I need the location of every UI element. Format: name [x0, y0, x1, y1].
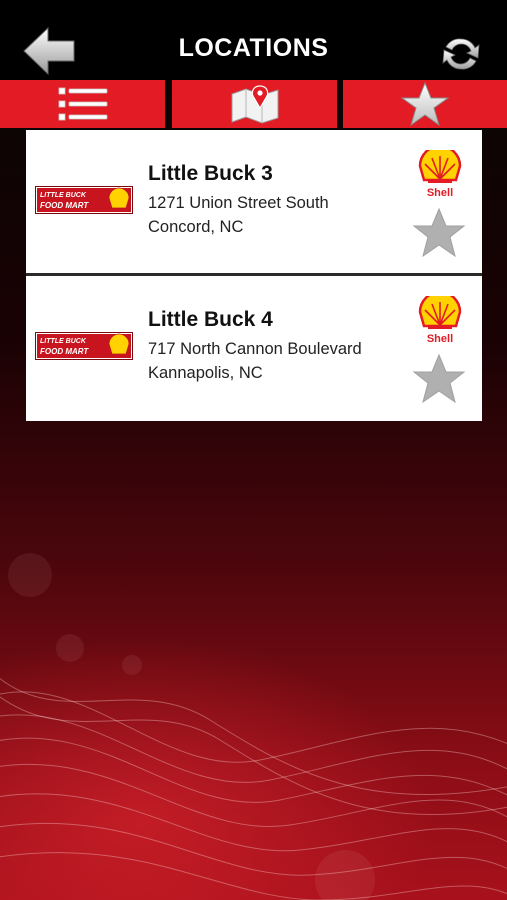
location-name: Little Buck 4: [148, 308, 273, 331]
map-icon: [231, 85, 278, 124]
refresh-icon: [442, 38, 480, 70]
favorite-star-icon[interactable]: [412, 352, 466, 406]
little-buck-food-mart-logo: LITTLE BUCK FOOD MART: [35, 186, 133, 214]
star-icon: [400, 81, 450, 127]
location-address-line2: Concord, NC: [148, 218, 244, 236]
favorite-star-icon[interactable]: [412, 206, 466, 260]
svg-text:FOOD MART: FOOD MART: [40, 201, 89, 210]
shell-logo-text: Shell: [427, 187, 453, 199]
list-icon: [58, 87, 107, 121]
svg-text:FOOD MART: FOOD MART: [40, 347, 89, 356]
location-card[interactable]: LITTLE BUCK FOOD MART Little Buck 3 1271…: [26, 130, 482, 276]
location-card[interactable]: LITTLE BUCK FOOD MART Little Buck 4 717 …: [26, 276, 482, 421]
location-address-line2: Kannapolis, NC: [148, 364, 263, 382]
location-address-line1: 717 North Cannon Boulevard: [148, 340, 362, 358]
svg-text:LITTLE BUCK: LITTLE BUCK: [40, 192, 87, 199]
shell-logo: Shell: [418, 150, 462, 199]
shell-logo-text: Shell: [427, 333, 453, 345]
location-address-line1: 1271 Union Street South: [148, 194, 329, 212]
page-title: LOCATIONS: [178, 34, 329, 62]
app-header: LOCATIONS: [0, 0, 507, 80]
tab-bar: [0, 80, 507, 128]
refresh-button[interactable]: [440, 34, 482, 74]
locations-list: LITTLE BUCK FOOD MART Little Buck 3 1271…: [26, 130, 482, 421]
location-name: Little Buck 3: [148, 162, 273, 185]
tab-favorites[interactable]: [343, 80, 507, 128]
shell-logo: Shell: [418, 296, 462, 345]
tab-map[interactable]: [172, 80, 337, 128]
little-buck-food-mart-logo: LITTLE BUCK FOOD MART: [35, 332, 133, 360]
svg-text:LITTLE BUCK: LITTLE BUCK: [40, 338, 87, 345]
tab-list[interactable]: [0, 80, 165, 128]
